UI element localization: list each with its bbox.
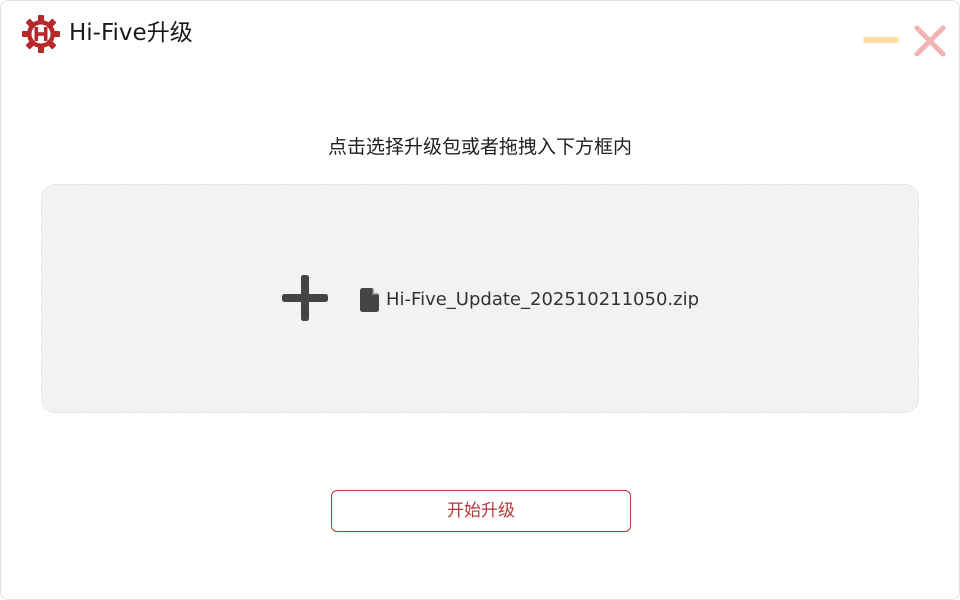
file-icon: [360, 288, 379, 312]
minimize-icon: [863, 37, 899, 43]
file-drop-zone[interactable]: Hi-Five_Update_202510211050.zip: [41, 184, 919, 413]
hi-five-gear-logo-icon: [22, 15, 60, 53]
minimize-button[interactable]: [861, 23, 901, 57]
close-icon: [914, 25, 946, 57]
upload-instruction: 点击选择升级包或者拖拽入下方框内: [327, 136, 632, 158]
window-title: Hi-Five升级: [69, 20, 193, 46]
title-bar[interactable]: Hi-Five升级: [1, 1, 959, 69]
close-button[interactable]: [911, 23, 949, 59]
plus-icon[interactable]: [280, 273, 330, 323]
upgrade-window: Hi-Five升级 点击选择升级包或者拖拽入下方框内 Hi-Five_Updat…: [0, 0, 960, 600]
start-upgrade-button[interactable]: 开始升级: [331, 490, 631, 532]
selected-file-name: Hi-Five_Update_202510211050.zip: [386, 289, 700, 310]
